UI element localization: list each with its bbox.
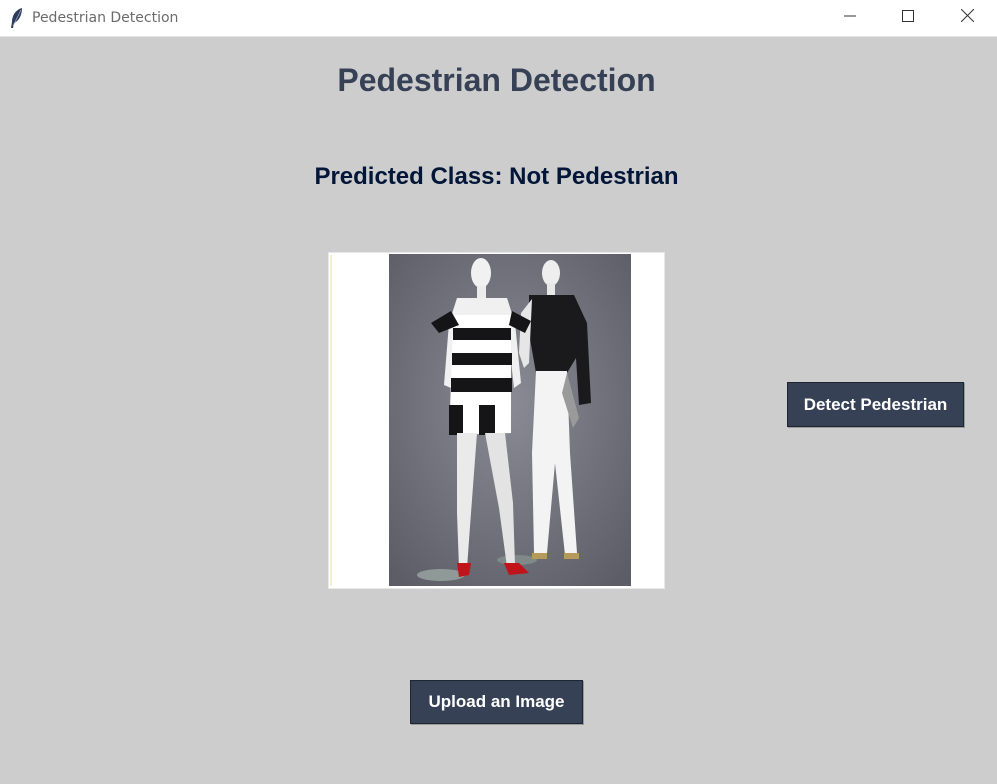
feather-icon: [9, 7, 25, 29]
page-title: Pedestrian Detection: [337, 62, 656, 98]
maximize-icon: [902, 9, 914, 27]
predicted-class-label: Predicted Class: Not Pedestrian: [314, 163, 679, 190]
close-icon: [960, 8, 974, 27]
title-bar: Pedestrian Detection: [0, 0, 997, 37]
mannequins-photo: [329, 253, 664, 588]
window-title: Pedestrian Detection: [32, 10, 179, 26]
detect-pedestrian-button[interactable]: Detect Pedestrian: [787, 382, 964, 427]
minimize-button[interactable]: [821, 0, 879, 36]
upload-image-button[interactable]: Upload an Image: [410, 680, 583, 724]
app-window: Pedestrian Detection Pedestrian Detectio…: [0, 0, 997, 784]
close-button[interactable]: [938, 0, 996, 36]
minimize-icon: [844, 9, 856, 27]
uploaded-image: [328, 252, 665, 589]
maximize-button[interactable]: [879, 0, 937, 36]
